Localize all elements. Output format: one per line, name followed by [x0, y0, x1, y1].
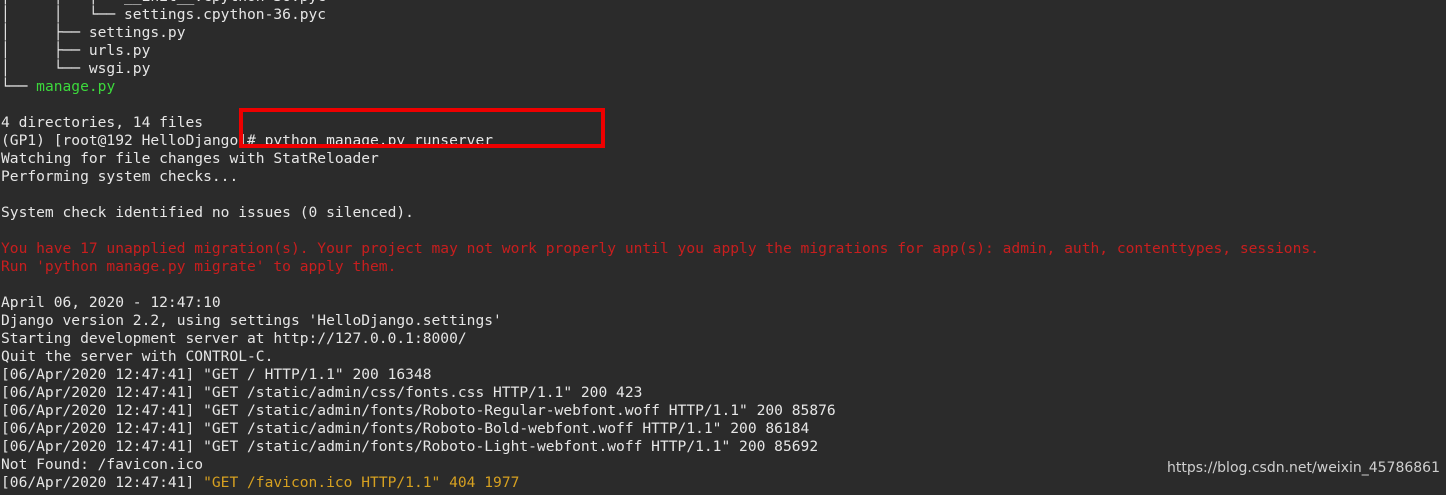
terminal-line: System check identified no issues (0 sil… [1, 204, 1319, 222]
terminal-text: System check identified no issues (0 sil… [1, 204, 414, 221]
terminal-text: [06/Apr/2020 12:47:41] "GET /static/admi… [1, 402, 836, 419]
terminal-line: Watching for file changes with StatReloa… [1, 150, 1319, 168]
terminal-line: Performing system checks... [1, 168, 1319, 186]
terminal-line: 4 directories, 14 files [1, 114, 1319, 132]
terminal-text: [06/Apr/2020 12:47:41] "GET /static/admi… [1, 420, 810, 437]
terminal-text: You have 17 unapplied migration(s). Your… [1, 240, 1319, 257]
terminal-text: Not Found: /favicon.ico [1, 456, 204, 473]
terminal-text: Django version 2.2, using settings 'Hell… [1, 312, 502, 329]
terminal-line: [06/Apr/2020 12:47:41] "GET /static/admi… [1, 438, 1319, 456]
terminal-line: │ └── wsgi.py [1, 60, 1319, 78]
terminal-text: Quit the server with CONTROL-C. [1, 348, 274, 365]
terminal-text: Watching for file changes with StatReloa… [1, 150, 379, 167]
watermark: https://blog.csdn.net/weixin_45786861 [1166, 460, 1440, 476]
terminal-text: [06/Apr/2020 12:47:41] "GET / HTTP/1.1" … [1, 366, 432, 383]
terminal-text: [06/Apr/2020 12:47:41] "GET /static/admi… [1, 384, 643, 401]
terminal-text: "GET /favicon.ico HTTP/1.1" 404 1977 [203, 474, 520, 491]
terminal-text: │ ├── settings.py [1, 24, 186, 41]
terminal-line: [06/Apr/2020 12:47:41] "GET /favicon.ico… [1, 474, 1319, 492]
terminal-line: [06/Apr/2020 12:47:41] "GET /static/admi… [1, 384, 1319, 402]
terminal-text: April 06, 2020 - 12:47:10 [1, 294, 221, 311]
terminal-text: │ │ ├── __init__.cpython-36.pyc [1, 0, 326, 5]
terminal-text: [06/Apr/2020 12:47:41] "GET /static/admi… [1, 438, 819, 455]
terminal-line: [06/Apr/2020 12:47:41] "GET / HTTP/1.1" … [1, 366, 1319, 384]
terminal-output: │ │ ├── __init__.cpython-36.pyc│ │ └── s… [1, 0, 1319, 492]
terminal-text: Starting development server at http://12… [1, 330, 467, 347]
terminal-text: (GP1) [root@192 HelloDjango]# python man… [1, 132, 494, 149]
terminal-window[interactable]: │ │ ├── __init__.cpython-36.pyc│ │ └── s… [0, 0, 1446, 495]
terminal-line: [06/Apr/2020 12:47:41] "GET /static/admi… [1, 420, 1319, 438]
terminal-text: manage.py [36, 78, 116, 95]
terminal-text: │ ├── urls.py [1, 42, 151, 59]
terminal-text: │ │ └── settings.cpython-36.pyc [1, 6, 327, 23]
terminal-line: April 06, 2020 - 12:47:10 [1, 294, 1319, 312]
terminal-text: [06/Apr/2020 12:47:41] [1, 474, 204, 491]
terminal-line: │ ├── urls.py [1, 42, 1319, 60]
terminal-line: Run 'python manage.py migrate' to apply … [1, 258, 1319, 276]
terminal-line: Starting development server at http://12… [1, 330, 1319, 348]
terminal-text: Run 'python manage.py migrate' to apply … [1, 258, 397, 275]
terminal-line: Django version 2.2, using settings 'Hell… [1, 312, 1319, 330]
terminal-line: [06/Apr/2020 12:47:41] "GET /static/admi… [1, 402, 1319, 420]
terminal-text: Performing system checks... [1, 168, 239, 185]
terminal-text: └── [1, 78, 37, 95]
terminal-line: │ ├── settings.py [1, 24, 1319, 42]
terminal-line: │ │ └── settings.cpython-36.pyc [1, 6, 1319, 24]
terminal-text: 4 directories, 14 files [1, 114, 204, 131]
terminal-line: You have 17 unapplied migration(s). Your… [1, 240, 1319, 258]
terminal-line: Not Found: /favicon.ico [1, 456, 1319, 474]
terminal-line: (GP1) [root@192 HelloDjango]# python man… [1, 132, 1319, 150]
terminal-line: └── manage.py [1, 78, 1319, 96]
terminal-line: Quit the server with CONTROL-C. [1, 348, 1319, 366]
terminal-text: │ └── wsgi.py [1, 60, 151, 77]
